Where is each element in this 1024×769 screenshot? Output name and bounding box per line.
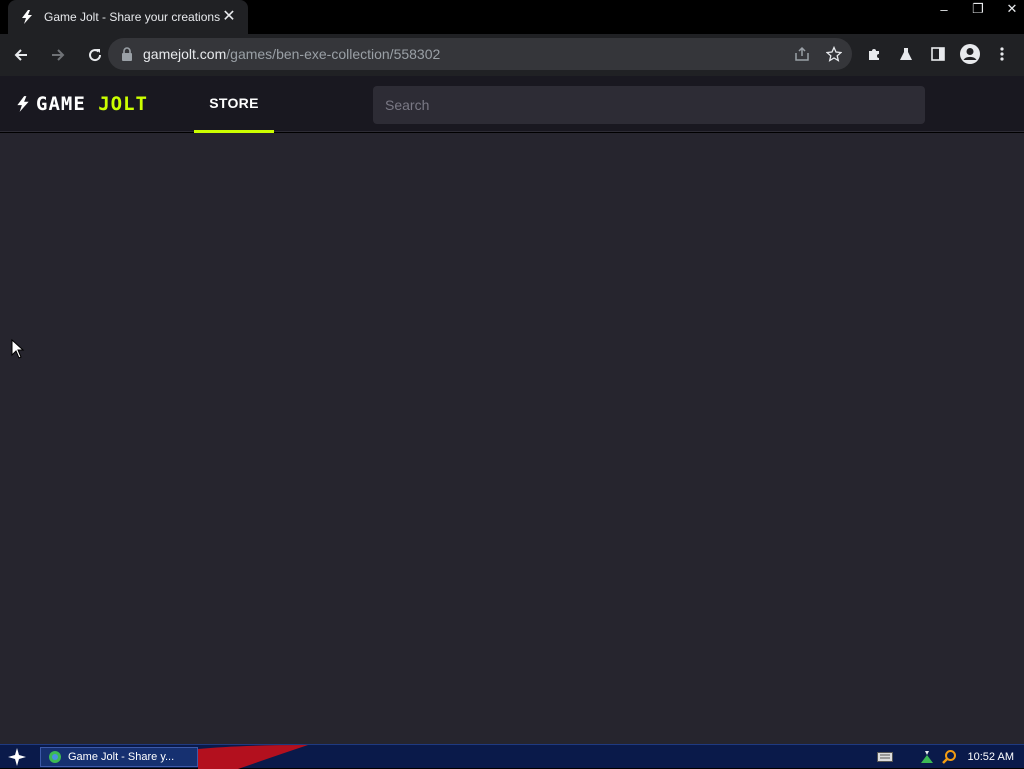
flask-icon[interactable] xyxy=(890,38,922,70)
nav-store-label: STORE xyxy=(209,95,259,111)
puzzle-icon[interactable] xyxy=(858,38,890,70)
browser-toolbar: gamejolt.com/games/ben-exe-collection/55… xyxy=(0,34,1024,76)
site-header: GAME JOLT STORE xyxy=(0,76,1024,133)
gamejolt-bolt-icon xyxy=(17,96,29,112)
profile-icon[interactable] xyxy=(954,38,986,70)
wallpaper-fragment xyxy=(198,745,308,769)
os-taskbar: Game Jolt - Share y... 10:52 AM xyxy=(0,744,1024,769)
gamejolt-bolt-icon xyxy=(18,8,36,26)
reload-icon[interactable] xyxy=(79,39,111,71)
logo-text: GAME JOLT xyxy=(36,93,148,115)
minimize-button[interactable]: – xyxy=(932,0,956,18)
star-icon[interactable] xyxy=(820,40,848,68)
mouse-cursor-icon xyxy=(11,339,25,359)
back-arrow-icon[interactable] xyxy=(5,39,37,71)
browser-tab-strip: Game Jolt - Share your creations ✕ – ❐ ✕ xyxy=(0,0,1024,34)
search-input[interactable] xyxy=(373,86,925,124)
search-icon[interactable] xyxy=(940,748,958,766)
window-controls: – ❐ ✕ xyxy=(922,0,1024,18)
restore-button[interactable]: ❐ xyxy=(966,0,990,18)
url-path: /games/ben-exe-collection/558302 xyxy=(226,46,441,62)
network-icon[interactable] xyxy=(918,748,936,766)
close-window-button[interactable]: ✕ xyxy=(1000,0,1024,18)
tab-title: Game Jolt - Share your creations xyxy=(44,10,220,24)
taskbar-item-label: Game Jolt - Share y... xyxy=(68,751,175,763)
start-menu-icon[interactable] xyxy=(6,747,28,767)
system-tray: 10:52 AM xyxy=(876,747,1024,767)
logo-jolt: JOLT xyxy=(98,93,148,115)
url-text[interactable]: gamejolt.com/games/ben-exe-collection/55… xyxy=(143,46,788,62)
keyboard-icon[interactable] xyxy=(876,748,894,766)
gamejolt-logo[interactable]: GAME JOLT xyxy=(14,93,148,115)
kebab-menu-icon[interactable] xyxy=(986,38,1018,70)
share-icon[interactable] xyxy=(788,40,816,68)
forward-arrow-icon[interactable] xyxy=(42,39,74,71)
nav-store[interactable]: STORE xyxy=(194,76,274,133)
side-panel-icon[interactable] xyxy=(922,38,954,70)
logo-game: GAME xyxy=(36,93,99,115)
taskbar-item-browser[interactable]: Game Jolt - Share y... xyxy=(40,747,198,767)
browser-tab[interactable]: Game Jolt - Share your creations ✕ xyxy=(8,0,248,34)
extensions-area xyxy=(858,38,1018,70)
taskbar-clock[interactable]: 10:52 AM xyxy=(968,751,1014,763)
address-bar[interactable]: gamejolt.com/games/ben-exe-collection/55… xyxy=(108,38,852,70)
browser-icon xyxy=(47,749,63,765)
url-host: gamejolt.com xyxy=(143,46,227,62)
close-tab-icon[interactable]: ✕ xyxy=(220,8,238,26)
main-content xyxy=(0,133,1024,744)
lock-icon[interactable] xyxy=(120,47,134,61)
